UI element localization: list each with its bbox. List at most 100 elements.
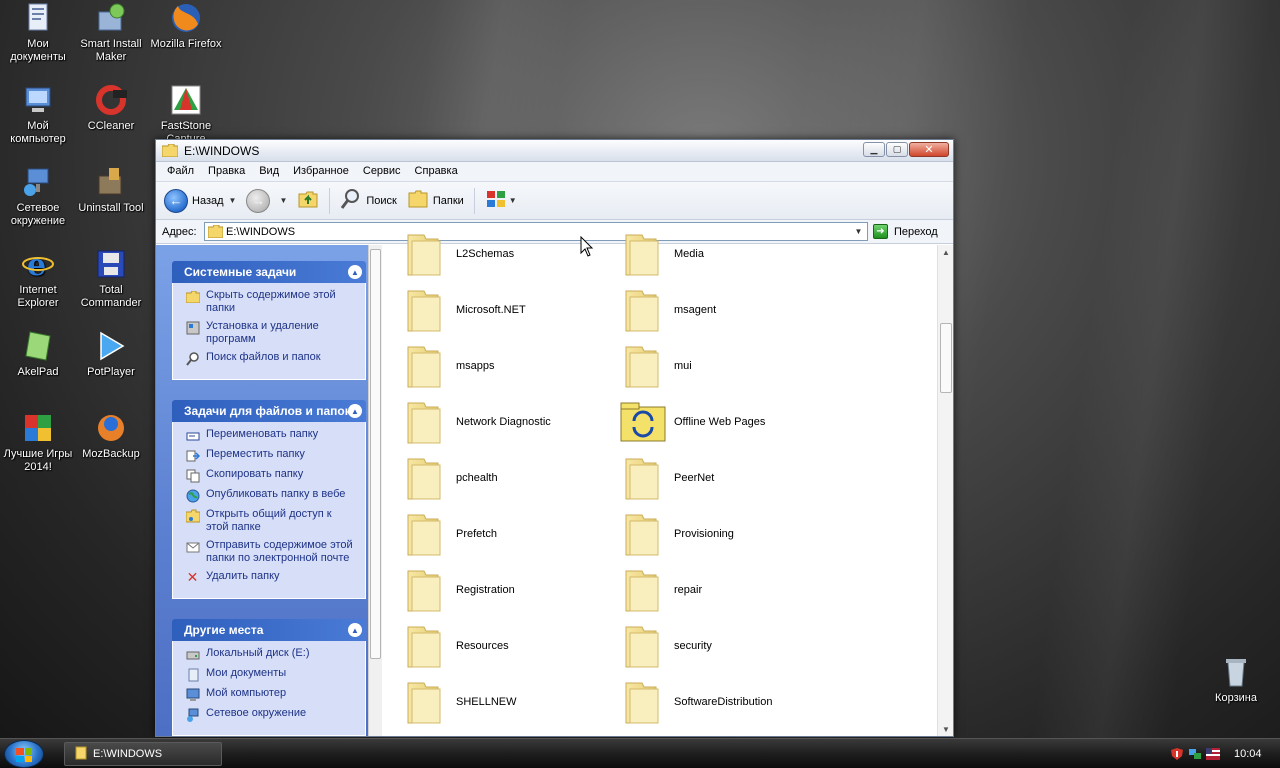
back-button[interactable]: ← Назад ▼ — [164, 188, 237, 213]
menu-favorites[interactable]: Избранное — [286, 162, 356, 181]
place-local-disk[interactable]: Локальный диск (E:) — [185, 647, 357, 662]
folder-item[interactable]: repair — [620, 567, 702, 613]
taskbar-window-button[interactable]: E:\WINDOWS — [64, 742, 222, 766]
folder-icon — [402, 343, 448, 389]
desktop-icon-recycle-bin[interactable]: Корзина — [1198, 656, 1274, 705]
folder-item[interactable]: SHELLNEW — [402, 679, 517, 725]
task-email-folder[interactable]: Отправить содержимое этой папки по элект… — [185, 539, 357, 565]
place-network[interactable]: Сетевое окружение — [185, 707, 357, 722]
scroll-up-icon[interactable]: ▲ — [938, 245, 954, 259]
folder-item[interactable]: L2Schemas — [402, 231, 514, 277]
menu-bar: Файл Правка Вид Избранное Сервис Справка — [156, 162, 953, 182]
desktop-icon-my-documents[interactable]: Мои документы — [0, 2, 76, 64]
folder-item[interactable]: Network Diagnostic — [402, 399, 551, 445]
folder-name: Registration — [456, 584, 515, 596]
desktop-icon-total-commander[interactable]: Total Commander — [73, 248, 149, 310]
task-search-files[interactable]: Поиск файлов и папок — [185, 351, 357, 366]
folder-item[interactable]: security — [620, 623, 712, 669]
folder-item[interactable]: Provisioning — [620, 511, 734, 557]
task-rename-folder[interactable]: Переименовать папку — [185, 428, 357, 443]
task-pane-scrollbar[interactable] — [368, 245, 382, 736]
start-button[interactable] — [4, 740, 44, 768]
folder-item[interactable]: Microsoft.NET — [402, 287, 526, 333]
desktop-icon-ccleaner[interactable]: CCleaner — [73, 84, 149, 133]
games-icon — [22, 412, 54, 444]
desktop-icon-mozbackup[interactable]: MozBackup — [73, 412, 149, 461]
forward-dropdown-icon[interactable]: ▼ — [279, 196, 287, 205]
scrollbar-thumb[interactable] — [940, 323, 952, 393]
forward-arrow-icon: → — [246, 188, 271, 213]
folder-name: Microsoft.NET — [456, 304, 526, 316]
minimize-button[interactable]: ▁ — [863, 142, 885, 157]
menu-tools[interactable]: Сервис — [356, 162, 408, 181]
folder-item[interactable]: PeerNet — [620, 455, 714, 501]
collapse-icon[interactable]: ▲ — [348, 623, 362, 637]
collapse-icon[interactable]: ▲ — [348, 404, 362, 418]
desktop-icon-my-computer[interactable]: Мой компьютер — [0, 84, 76, 146]
scroll-down-icon[interactable]: ▼ — [938, 722, 954, 736]
desktop-icon-potplayer[interactable]: PotPlayer — [73, 330, 149, 379]
folder-item[interactable]: mui — [620, 343, 692, 389]
network-icon — [22, 166, 54, 198]
network-tray-icon[interactable] — [1188, 748, 1202, 760]
programs-icon — [185, 320, 200, 335]
desktop-icon-games[interactable]: Лучшие Игры 2014! — [0, 412, 76, 474]
folders-icon — [407, 188, 429, 213]
task-copy-folder[interactable]: Скопировать папку — [185, 468, 357, 483]
desktop-icon-akelpad[interactable]: AkelPad — [0, 330, 76, 379]
task-move-folder[interactable]: Переместить папку — [185, 448, 357, 463]
system-tasks-panel: Системные задачи ▲ Скрыть содержимое это… — [172, 261, 366, 380]
up-button[interactable] — [297, 188, 319, 213]
menu-file[interactable]: Файл — [160, 162, 201, 181]
desktop-icon-faststone[interactable]: FastStone Capture — [148, 84, 224, 146]
folder-item[interactable]: Resources — [402, 623, 509, 669]
folder-item[interactable]: Registration — [402, 567, 515, 613]
folders-button[interactable]: Папки — [407, 188, 464, 213]
views-button[interactable]: ▼ — [485, 188, 517, 213]
desktop-icon-internet-explorer[interactable]: e Internet Explorer — [0, 248, 76, 310]
forward-button[interactable]: → ▼ — [246, 188, 287, 213]
desktop-icon-uninstall-tool[interactable]: Uninstall Tool — [73, 166, 149, 215]
desktop-icon-smart-install-maker[interactable]: Smart Install Maker — [73, 2, 149, 64]
title-bar[interactable]: E:\WINDOWS ▁ ▢ ✕ — [156, 140, 953, 162]
close-button[interactable]: ✕ — [909, 142, 949, 157]
task-share-folder[interactable]: Открыть общий доступ к этой папке — [185, 508, 357, 534]
folder-item[interactable]: msagent — [620, 287, 716, 333]
close-icon: ✕ — [924, 144, 934, 156]
task-publish-web[interactable]: Опубликовать папку в вебе — [185, 488, 357, 503]
search-button[interactable]: Поиск — [340, 188, 397, 213]
folder-item[interactable]: SoftwareDistribution — [620, 679, 772, 725]
mozbackup-icon — [95, 412, 127, 444]
place-my-documents[interactable]: Мои документы — [185, 667, 357, 682]
scrollbar-thumb[interactable] — [370, 249, 381, 659]
folder-name: repair — [674, 584, 703, 596]
desktop-icon-firefox[interactable]: Mozilla Firefox — [148, 2, 224, 51]
shield-icon[interactable] — [1170, 748, 1184, 760]
file-tasks-header[interactable]: Задачи для файлов и папок ▲ — [172, 400, 366, 422]
go-button[interactable]: ➜ Переход — [873, 222, 949, 241]
task-add-remove-programs[interactable]: Установка и удаление программ — [185, 320, 357, 346]
task-hide-folder-contents[interactable]: Скрыть содержимое этой папки — [185, 289, 357, 315]
place-my-computer[interactable]: Мой компьютер — [185, 687, 357, 702]
language-flag-icon[interactable] — [1206, 748, 1220, 760]
menu-edit[interactable]: Правка — [201, 162, 252, 181]
other-places-header[interactable]: Другие места ▲ — [172, 619, 366, 641]
folder-icon — [402, 511, 448, 557]
address-input[interactable]: E:\WINDOWS ▼ — [204, 222, 868, 241]
system-tasks-header[interactable]: Системные задачи ▲ — [172, 261, 366, 283]
task-delete-folder[interactable]: ✕ Удалить папку — [185, 570, 357, 585]
collapse-icon[interactable]: ▲ — [348, 265, 362, 279]
folder-item[interactable]: msapps — [402, 343, 495, 389]
file-list-scrollbar[interactable]: ▲ ▼ — [937, 245, 953, 736]
folder-item[interactable]: Prefetch — [402, 511, 497, 557]
folder-item[interactable]: Media — [620, 231, 704, 277]
clock[interactable]: 10:04 — [1234, 748, 1262, 760]
menu-help[interactable]: Справка — [408, 162, 465, 181]
back-dropdown-icon[interactable]: ▼ — [229, 196, 237, 205]
desktop-icon-network[interactable]: Сетевое окружение — [0, 166, 76, 228]
address-dropdown-icon[interactable]: ▼ — [850, 223, 867, 240]
menu-view[interactable]: Вид — [252, 162, 286, 181]
folder-item[interactable]: pchealth — [402, 455, 498, 501]
maximize-button[interactable]: ▢ — [886, 142, 908, 157]
folder-item[interactable]: Offline Web Pages — [620, 399, 765, 445]
